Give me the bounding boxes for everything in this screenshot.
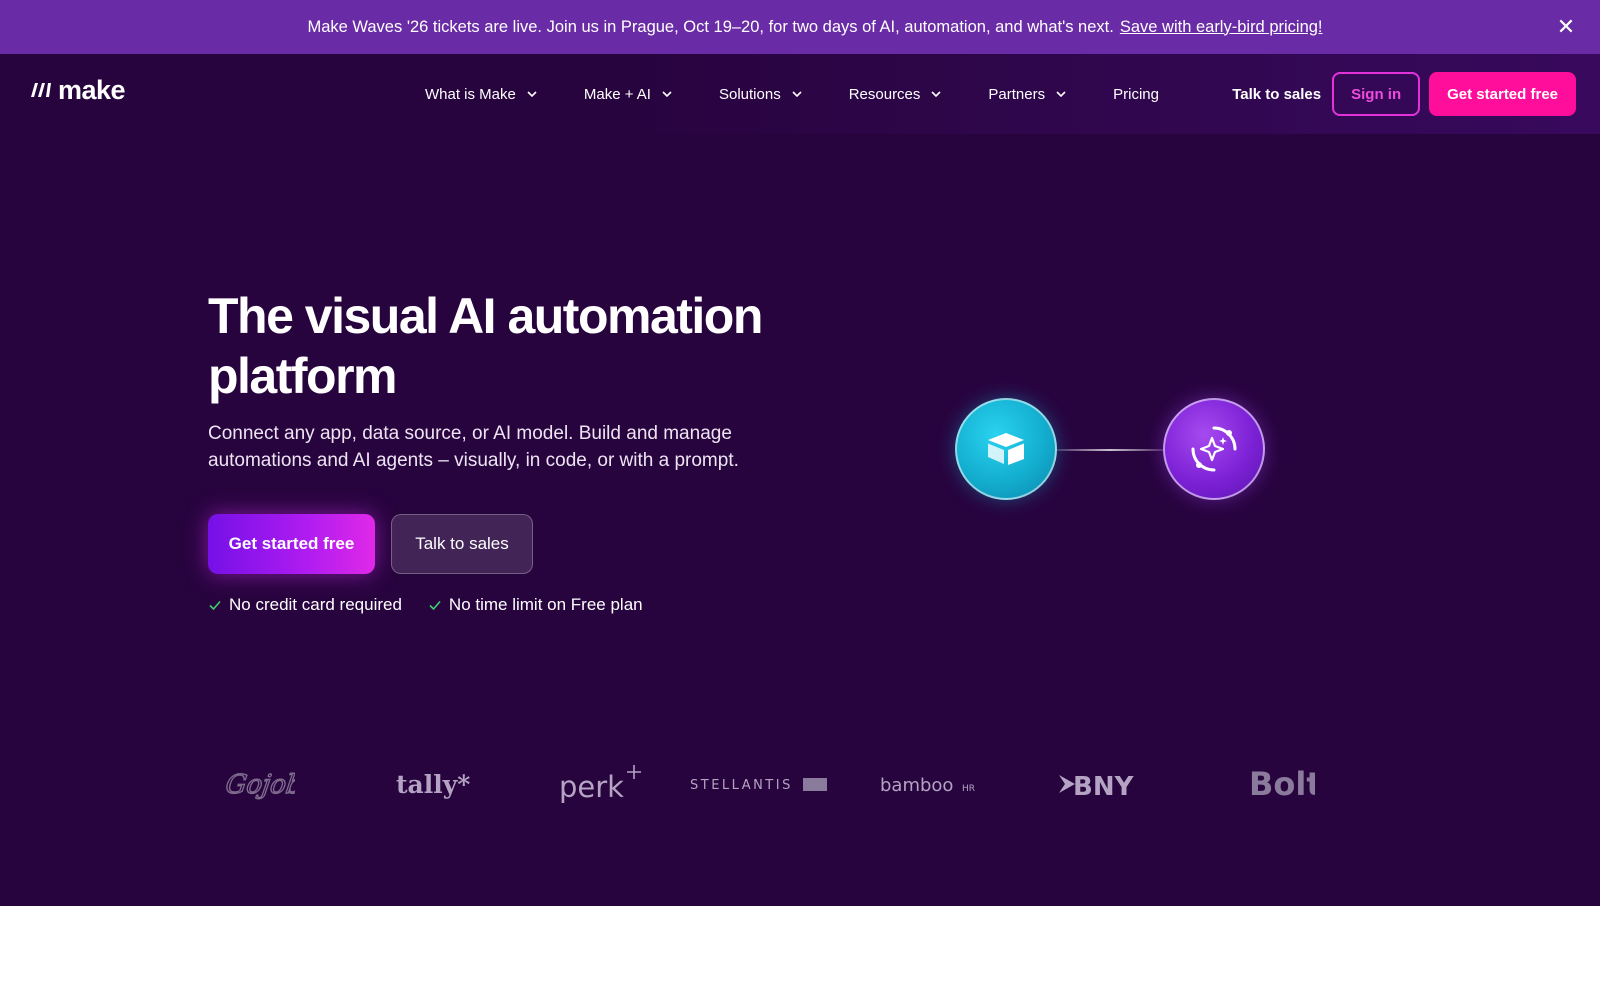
nav-item-label: Resources	[848, 85, 921, 103]
svg-text:HR: HR	[962, 784, 975, 794]
svg-text:BNY: BNY	[1073, 772, 1135, 801]
chevron-down-icon	[527, 91, 537, 98]
next-section	[0, 906, 1600, 1000]
check-label: No credit card required	[229, 595, 402, 614]
logo-bolt: Bolt	[1230, 754, 1330, 814]
nav-actions: Talk to sales Sign in Get started free	[1232, 54, 1576, 134]
hero-section: make What is Make Make + AI Solutions Re…	[0, 54, 1600, 906]
scenario-illustration	[955, 398, 1270, 502]
svg-text:tally*: tally*	[396, 770, 470, 799]
nav-item-pricing[interactable]: Pricing	[1113, 86, 1159, 103]
make-logo-icon	[31, 83, 51, 97]
hero-title-line-1: The visual AI automation	[208, 288, 763, 344]
chevron-down-icon	[792, 91, 802, 98]
checkmark-icon	[209, 600, 221, 611]
get-started-nav-button[interactable]: Get started free	[1429, 72, 1576, 116]
svg-text:STELLANTIS: STELLANTIS	[690, 778, 793, 793]
logo-stellantis: STELLANTIS	[690, 754, 830, 814]
checkmark-icon	[429, 600, 441, 611]
check-no-time-limit: No time limit on Free plan	[428, 595, 643, 615]
nav-item-label: Pricing	[1113, 85, 1159, 103]
hero-subtitle: Connect any app, data source, or AI mode…	[208, 420, 768, 474]
nav-item-label: What is Make	[425, 85, 516, 103]
logo-perk: perk	[550, 754, 650, 814]
logo-gojob: Gojob	[210, 754, 310, 814]
nav-item-label: Partners	[988, 85, 1046, 103]
hero-subtitle-line-2: automations and AI agents – visually, in…	[208, 450, 739, 471]
nav-item-resources[interactable]: Resources	[849, 86, 943, 103]
chevron-down-icon	[662, 91, 672, 98]
hero-title-line-2: platform	[208, 348, 398, 404]
talk-to-sales-button[interactable]: Talk to sales	[391, 514, 533, 574]
airtable-icon	[988, 433, 1024, 465]
nav-item-solutions[interactable]: Solutions	[719, 86, 803, 103]
svg-text:Bolt: Bolt	[1249, 765, 1315, 803]
chevron-down-icon	[931, 91, 941, 98]
logo-bamboohr: bamboo HR	[878, 754, 990, 814]
customer-logos: Gojob tally* perk STELLANTIS bamboo HR BN…	[210, 754, 1330, 814]
hero-title: The visual AI automation platform	[208, 286, 808, 406]
logo-wordmark: make	[58, 74, 126, 105]
talk-to-sales-link[interactable]: Talk to sales	[1232, 86, 1321, 103]
get-started-free-button[interactable]: Get started free	[208, 514, 375, 574]
sign-in-button[interactable]: Sign in	[1332, 72, 1421, 116]
ai-sparkle-icon	[1191, 426, 1237, 472]
svg-text:Gojob: Gojob	[225, 770, 295, 800]
logo-tally: tally*	[380, 754, 480, 814]
banner-text: Make Waves '26 tickets are live. Join us…	[307, 17, 1114, 36]
ai-node	[1163, 398, 1265, 500]
svg-text:bamboo: bamboo	[880, 775, 953, 796]
connector-line	[1055, 449, 1165, 451]
check-label: No time limit on Free plan	[448, 595, 643, 614]
nav-item-partners[interactable]: Partners	[988, 86, 1067, 103]
announcement-banner: Make Waves '26 tickets are live. Join us…	[0, 0, 1600, 54]
svg-text:perk: perk	[559, 770, 624, 804]
check-no-credit-card: No credit card required	[208, 595, 402, 615]
hero-checks: No credit card required No time limit on…	[208, 595, 669, 615]
airtable-node	[955, 398, 1057, 500]
make-logo[interactable]: make	[30, 74, 126, 106]
nav-item-what-is-make[interactable]: What is Make	[425, 86, 538, 103]
nav-item-make-ai[interactable]: Make + AI	[584, 86, 673, 103]
nav-item-label: Solutions	[718, 85, 781, 103]
nav-item-label: Make + AI	[583, 85, 651, 103]
hero-subtitle-line-1: Connect any app, data source, or AI mode…	[208, 423, 732, 444]
nav-menu: What is Make Make + AI Solutions Resourc…	[425, 54, 1205, 134]
early-bird-link[interactable]: Save with early-bird pricing!	[1120, 18, 1323, 37]
logo-bny: BNY	[1055, 754, 1155, 814]
close-icon[interactable]: ✕	[1554, 15, 1578, 39]
top-navigation: make What is Make Make + AI Solutions Re…	[0, 54, 1600, 134]
chevron-down-icon	[1056, 91, 1066, 98]
